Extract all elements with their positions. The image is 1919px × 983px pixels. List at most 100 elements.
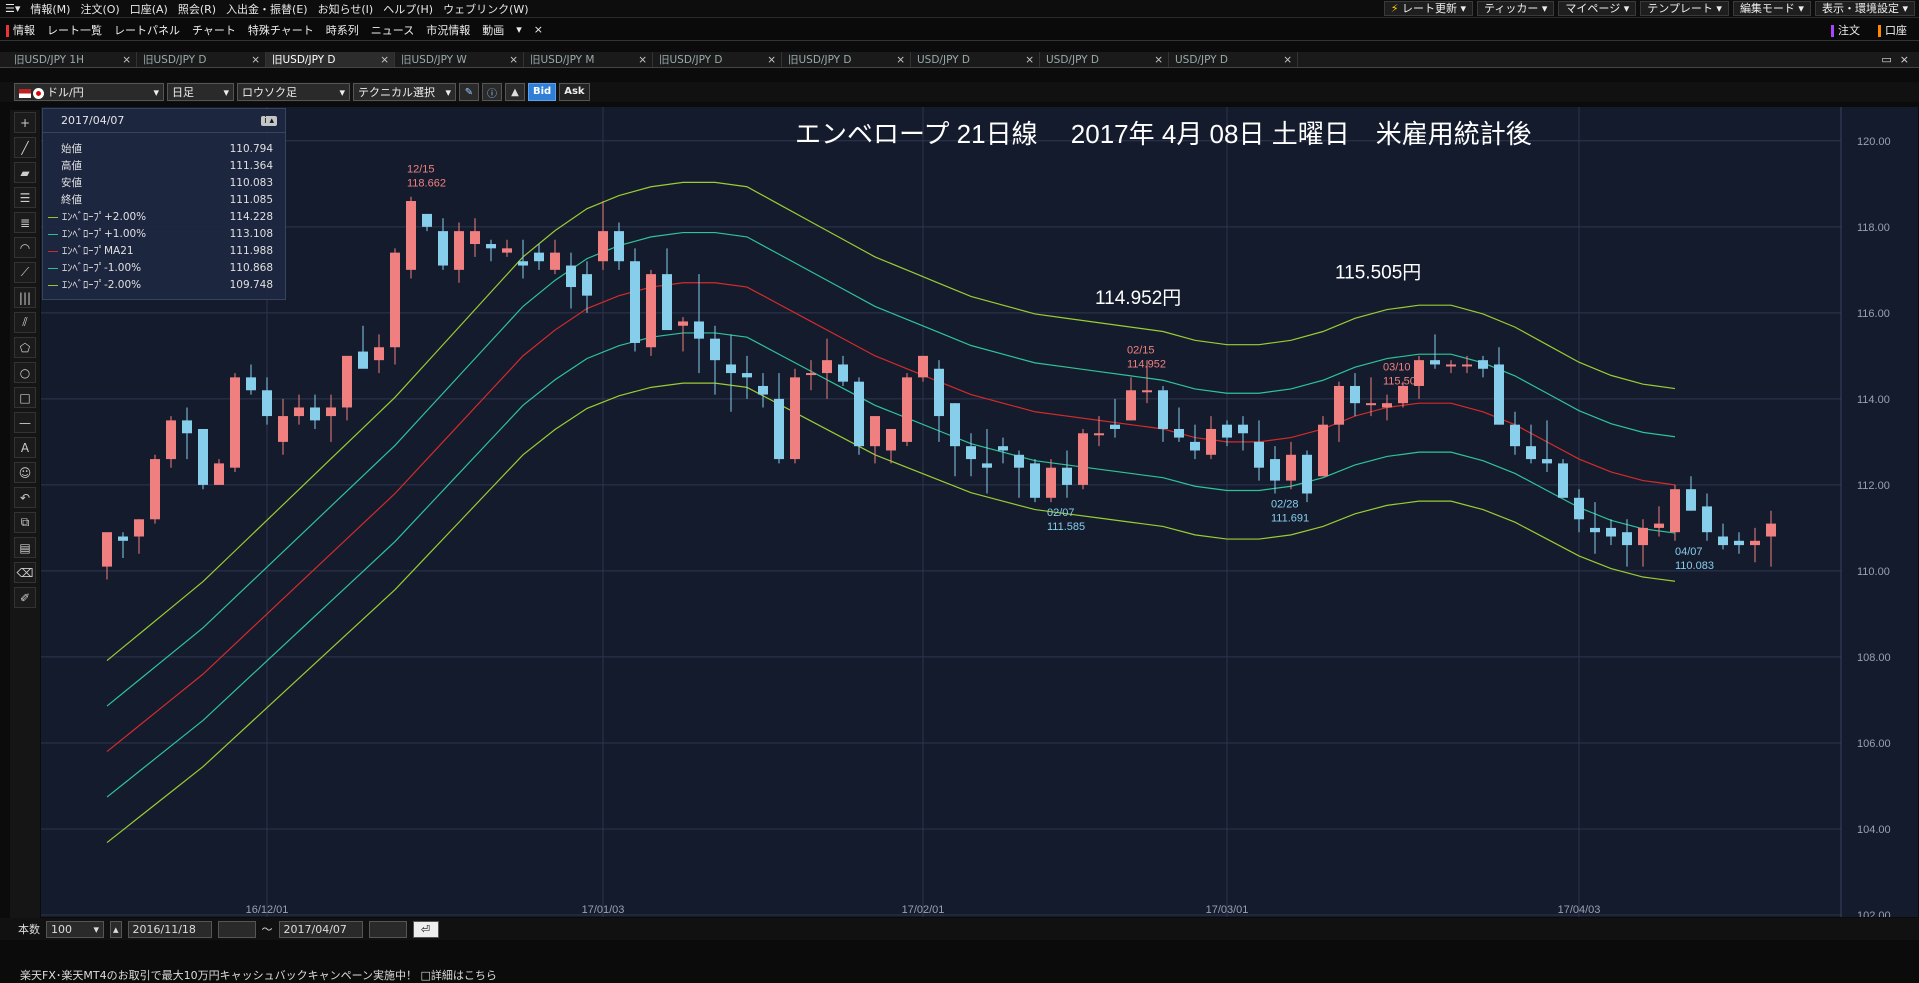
menu-weblink[interactable]: ウェブリンク(W) bbox=[438, 1, 533, 17]
nav-rate-list[interactable]: レート一覧 bbox=[41, 22, 108, 38]
emoji-icon[interactable]: ☺ bbox=[14, 462, 36, 483]
close-icon[interactable]: × bbox=[246, 54, 265, 66]
to-date-field[interactable]: 2017/04/07 bbox=[278, 920, 363, 938]
paste-icon[interactable]: ▤ bbox=[14, 537, 36, 558]
chart-area[interactable]: 12/15 118.662 02/07 111.585 02/15 114.952 02/2… bbox=[41, 107, 1918, 917]
pitchfork-icon[interactable]: ⫽ bbox=[14, 312, 36, 333]
tab-chart[interactable]: USD/JPY D × bbox=[911, 52, 1040, 67]
close-icon[interactable]: × bbox=[633, 54, 652, 66]
ask-button[interactable]: Ask bbox=[559, 83, 590, 101]
channel-icon[interactable]: ≣ bbox=[14, 212, 36, 233]
close-icon[interactable]: × bbox=[1149, 54, 1168, 66]
copy-icon[interactable]: ⧉ bbox=[14, 512, 36, 533]
tab-chart[interactable]: 旧USD/JPY W × bbox=[395, 52, 524, 67]
close-icon[interactable]: × bbox=[504, 54, 523, 66]
tab-chart[interactable]: 旧USD/JPY M × bbox=[524, 52, 653, 67]
candle-body bbox=[966, 446, 976, 460]
tab-chart[interactable]: 旧USD/JPY D × bbox=[782, 52, 911, 67]
info-icon[interactable]: ⓘ bbox=[482, 83, 502, 101]
low-date-label: 02/28 bbox=[1271, 498, 1299, 510]
count-select[interactable]: 100 ▾ bbox=[46, 920, 104, 938]
crosshair-icon[interactable]: + bbox=[14, 112, 36, 133]
fibonacci-arc-icon[interactable]: ◠ bbox=[14, 237, 36, 258]
window-close-icon[interactable]: × bbox=[1900, 53, 1909, 66]
nav-market[interactable]: 市況情報 bbox=[420, 22, 476, 38]
rectangle-icon[interactable]: □ bbox=[14, 387, 36, 408]
maximize-icon[interactable]: ▭ bbox=[1881, 53, 1891, 66]
nav-timeseries[interactable]: 時系列 bbox=[320, 22, 365, 38]
candle-body bbox=[294, 407, 304, 417]
candle-body bbox=[438, 231, 448, 266]
nav-order-button[interactable]: 注文 bbox=[1825, 22, 1866, 38]
close-icon[interactable]: × bbox=[1278, 54, 1297, 66]
settings-tool-icon[interactable]: ✐ bbox=[14, 587, 36, 608]
close-icon[interactable]: × bbox=[375, 54, 394, 66]
nav-rate-panel[interactable]: レートパネル bbox=[108, 22, 186, 38]
undo-icon[interactable]: ↶ bbox=[14, 487, 36, 508]
display-settings-button[interactable]: 表示・環境設定 ▾ bbox=[1814, 1, 1915, 16]
eraser-icon[interactable]: ⌫ bbox=[14, 562, 36, 583]
count-up-icon[interactable]: ▴ bbox=[110, 920, 122, 938]
chart-type-select[interactable]: ロウソク足 ▾ bbox=[237, 83, 350, 101]
x-tick-label: 17/02/01 bbox=[902, 904, 945, 916]
nav-special-chart[interactable]: 特殊チャート bbox=[242, 22, 320, 38]
close-icon[interactable]: × bbox=[891, 54, 910, 66]
candle-body bbox=[358, 351, 368, 369]
edit-mode-button[interactable]: 編集モード ▾ bbox=[1732, 1, 1811, 16]
menu-deposit[interactable]: 入出金・振替(E) bbox=[221, 1, 313, 17]
to-time-field[interactable] bbox=[368, 920, 407, 938]
technical-select[interactable]: テクニカル選択 ▾ bbox=[353, 83, 456, 101]
tab-chart[interactable]: 旧USD/JPY 1H × bbox=[8, 52, 137, 67]
from-date-field[interactable]: 2016/11/18 bbox=[127, 920, 212, 938]
candle-body bbox=[1558, 463, 1568, 498]
nav-info[interactable]: 情報 bbox=[0, 22, 41, 38]
nav-close-icon[interactable]: × bbox=[528, 23, 549, 36]
period-select[interactable]: 日足 ▾ bbox=[167, 83, 234, 101]
fan-icon[interactable]: ⟋ bbox=[14, 262, 36, 283]
nav-account-button[interactable]: 口座 bbox=[1872, 22, 1913, 38]
menu-account[interactable]: 口座(A) bbox=[125, 1, 173, 17]
tab-chart[interactable]: USD/JPY D × bbox=[1169, 52, 1298, 67]
nav-chart[interactable]: チャート bbox=[186, 22, 242, 38]
tab-chart[interactable]: 旧USD/JPY D × bbox=[653, 52, 782, 67]
tab-chart[interactable]: USD/JPY D × bbox=[1040, 52, 1169, 67]
area-chart-icon[interactable]: ▲ bbox=[505, 83, 525, 101]
menu-order[interactable]: 注文(O) bbox=[75, 1, 124, 17]
menu-help[interactable]: ヘルプ(H) bbox=[378, 1, 438, 17]
close-icon[interactable]: × bbox=[1020, 54, 1039, 66]
from-time-field[interactable] bbox=[217, 920, 256, 938]
candlestick-chart[interactable]: 12/15 118.662 02/07 111.585 02/15 114.952 02/2… bbox=[41, 107, 1918, 917]
pentagon-icon[interactable]: ⬠ bbox=[14, 337, 36, 358]
horizontal-line-icon[interactable]: ☰ bbox=[14, 187, 36, 208]
vertical-lines-icon[interactable]: ||| bbox=[14, 287, 36, 308]
nav-video[interactable]: 動画 bbox=[476, 22, 510, 38]
template-button[interactable]: テンプレート ▾ bbox=[1640, 1, 1729, 16]
nav-news[interactable]: ニュース bbox=[365, 22, 420, 38]
campaign-banner[interactable]: 楽天FX･楽天MT4のお取引で最大10万円キャッシュバックキャンペーン実施中！ … bbox=[20, 967, 497, 983]
info-panel-toggle-icon[interactable]: i ▴ bbox=[261, 115, 277, 126]
bid-button[interactable]: Bid bbox=[528, 83, 557, 101]
tab-chart[interactable]: 旧USD/JPY D × bbox=[137, 52, 266, 67]
candle-body bbox=[1174, 428, 1184, 438]
tab-chart-active[interactable]: 旧USD/JPY D × bbox=[266, 52, 395, 67]
line-icon[interactable]: — bbox=[14, 412, 36, 433]
nav-more-dropdown-icon[interactable]: ▾ bbox=[510, 23, 528, 36]
currency-pair-select[interactable]: ドル/円 ▾ bbox=[14, 83, 164, 101]
candle-body bbox=[278, 416, 288, 442]
close-icon[interactable]: × bbox=[762, 54, 781, 66]
ticker-button[interactable]: ティッカー ▾ bbox=[1477, 1, 1555, 16]
mypage-button[interactable]: マイページ ▾ bbox=[1558, 1, 1637, 16]
circle-icon[interactable]: ○ bbox=[14, 362, 36, 383]
close-icon[interactable]: × bbox=[117, 54, 136, 66]
menu-inquiry[interactable]: 照会(R) bbox=[173, 1, 221, 17]
candle-body bbox=[1446, 364, 1456, 367]
text-icon[interactable]: A bbox=[14, 437, 36, 458]
trendline-icon[interactable]: ╱ bbox=[14, 137, 36, 158]
pen-icon[interactable]: ✎ bbox=[459, 83, 479, 101]
apply-return-icon[interactable]: ⏎ bbox=[412, 920, 439, 938]
menu-info[interactable]: 情報(M) bbox=[25, 1, 75, 17]
menu-notice[interactable]: お知らせ(I) bbox=[313, 1, 379, 17]
rate-update-button[interactable]: ⚡ レート更新 ▾ bbox=[1383, 1, 1474, 16]
app-menu-icon[interactable]: ☰▾ bbox=[0, 2, 25, 15]
ruler-icon[interactable]: ▰ bbox=[14, 162, 36, 183]
